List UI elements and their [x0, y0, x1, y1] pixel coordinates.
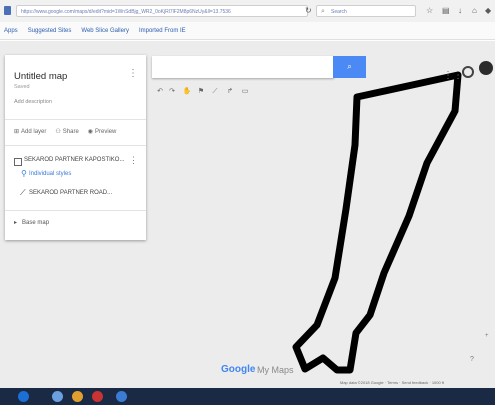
location-pin-icon[interactable]: [462, 66, 474, 78]
base-map-label: Base map: [22, 219, 50, 226]
route-line: [292, 71, 462, 374]
base-map-toggle[interactable]: ▸ Base map: [14, 219, 50, 227]
layer-name[interactable]: SEKAROD PARTNER KAPOSTIKO...: [24, 157, 124, 163]
app-taskbar-icon[interactable]: [92, 391, 103, 402]
app-taskbar-icon[interactable]: [116, 391, 127, 402]
preview-label: Preview: [95, 128, 117, 135]
line-feature-icon: ⟋: [20, 188, 26, 197]
shield-icon[interactable]: ◆: [485, 6, 491, 16]
apps-grid-icon[interactable]: ⋮⋮: [443, 70, 463, 81]
divider: [5, 145, 146, 146]
hand-icon[interactable]: ✋: [182, 87, 192, 97]
share-button[interactable]: ⚇ Share: [55, 128, 79, 136]
individual-styles-link[interactable]: Individual styles: [29, 171, 71, 177]
bookmark-imported-from-ie[interactable]: Imported From IE: [139, 28, 186, 34]
share-icon: ⚇: [55, 129, 61, 135]
bookmarks-bar: Apps Suggested Sites Web Slice Gallery I…: [0, 22, 495, 40]
search-icon: ⌕: [321, 8, 325, 15]
map-options-menu-icon[interactable]: ⋮: [128, 68, 138, 79]
zoom-in-button[interactable]: +: [485, 333, 489, 339]
back-icon[interactable]: [4, 6, 11, 15]
browser-search-placeholder: Search: [331, 9, 347, 15]
undo-icon[interactable]: ↶: [155, 87, 165, 97]
bookmark-web-slice-gallery[interactable]: Web Slice Gallery: [81, 28, 129, 34]
add-layer-button[interactable]: ⊞ Add layer: [14, 128, 47, 136]
layer-checkbox[interactable]: [14, 158, 22, 166]
my-maps-label: My Maps: [257, 365, 294, 375]
star-icon[interactable]: ☆: [426, 6, 433, 16]
redo-icon[interactable]: ↷: [167, 87, 177, 97]
draw-line-icon[interactable]: ⟋: [210, 87, 220, 97]
add-layer-icon: ⊞: [14, 129, 20, 135]
map-description[interactable]: Add description: [14, 99, 52, 105]
start-icon[interactable]: [18, 391, 29, 402]
google-logo: Google: [221, 364, 256, 375]
ruler-icon[interactable]: ▭: [240, 87, 250, 97]
share-label: Share: [62, 128, 79, 135]
browser-taskbar-icon[interactable]: [52, 391, 63, 402]
search-icon: ⌕: [347, 62, 352, 71]
chevron-right-icon: ▸: [14, 220, 18, 226]
home-icon[interactable]: ⌂: [472, 6, 477, 16]
save-status: Saved: [14, 84, 30, 90]
panel-actions: ⊞ Add layer ⚇ Share ◉ Preview: [14, 128, 117, 136]
bookmark-apps[interactable]: Apps: [4, 28, 18, 34]
map-title[interactable]: Untitled map: [14, 71, 67, 82]
divider: [5, 210, 146, 211]
map-search-input[interactable]: [152, 56, 334, 78]
download-icon[interactable]: ↓: [458, 6, 462, 16]
os-taskbar: [0, 388, 495, 405]
help-icon[interactable]: ?: [470, 356, 474, 363]
preview-button[interactable]: ◉ Preview: [87, 128, 117, 136]
browser-search-input[interactable]: ⌕ Search: [316, 5, 416, 17]
library-icon[interactable]: ▤: [442, 6, 450, 16]
divider: [5, 119, 146, 120]
folder-taskbar-icon[interactable]: [72, 391, 83, 402]
account-avatar[interactable]: [479, 61, 493, 75]
add-layer-label: Add layer: [21, 128, 47, 135]
map-details-panel: Untitled map Saved ⋮ Add description ⊞ A…: [5, 55, 146, 240]
feature-item[interactable]: SEKAROD PARTNER ROAD...: [29, 190, 112, 196]
map-search-button[interactable]: ⌕: [333, 56, 366, 78]
browser-toolbar: https://www.google.com/maps/d/edit?mid=1…: [0, 0, 495, 23]
address-bar[interactable]: https://www.google.com/maps/d/edit?mid=1…: [16, 5, 308, 17]
map-attribution[interactable]: Map data ©2018 Google · Terms · Send fee…: [340, 380, 444, 385]
preview-icon: ◉: [87, 129, 94, 135]
bookmark-suggested-sites[interactable]: Suggested Sites: [28, 28, 72, 34]
add-marker-icon[interactable]: ⚑: [196, 87, 206, 97]
paint-roller-icon: ⚲: [21, 169, 27, 178]
directions-icon[interactable]: ↱: [225, 87, 235, 97]
reload-icon[interactable]: ↻: [305, 6, 312, 16]
layer-options-menu-icon[interactable]: ⋮: [129, 155, 138, 166]
